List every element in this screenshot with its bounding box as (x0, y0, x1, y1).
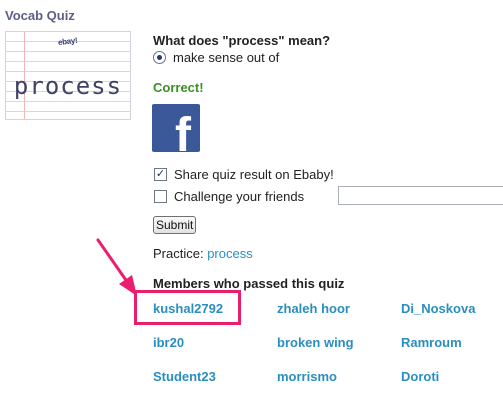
practice-link[interactable]: process (207, 246, 253, 261)
member-link[interactable]: ibr20 (153, 335, 184, 350)
practice-line: Practice: process (153, 246, 253, 261)
app-title: Vocab Quiz (5, 8, 75, 23)
member-link[interactable]: morrismo (277, 369, 337, 384)
answer-radio[interactable] (153, 51, 166, 64)
share-checkbox[interactable]: ✓ (154, 168, 167, 181)
member-link[interactable]: Doroti (401, 369, 439, 384)
member-link[interactable]: Student23 (153, 369, 216, 384)
member-link[interactable]: Di_Noskova (401, 301, 475, 316)
share-option[interactable]: ✓ Share quiz result on Ebaby! (154, 167, 334, 182)
result-text: Correct! (153, 80, 204, 95)
member-link[interactable]: Ramroum (401, 335, 462, 350)
pointer-arrow-icon (96, 238, 137, 296)
challenge-label: Challenge your friends (174, 189, 305, 204)
member-link[interactable]: broken wing (277, 335, 354, 350)
members-title: Members who passed this quiz (153, 276, 345, 291)
member-link[interactable]: zhaleh hoor (277, 301, 350, 316)
highlight-box (134, 290, 241, 325)
facebook-icon[interactable]: f (152, 104, 200, 152)
answer-option[interactable]: make sense out of (153, 50, 279, 65)
friend-input[interactable] (338, 186, 503, 205)
answer-label: make sense out of (173, 50, 280, 65)
share-label: Share quiz result on Ebaby! (174, 167, 334, 182)
flashcard-word: process (13, 72, 123, 100)
challenge-checkbox[interactable] (154, 190, 167, 203)
challenge-option[interactable]: Challenge your friends (154, 189, 304, 204)
radio-selected-dot (157, 55, 162, 60)
practice-label: Practice: (153, 246, 204, 261)
flashcard-image: ebay! process (5, 31, 131, 120)
flashcard-logo: ebay! (57, 35, 78, 48)
submit-button[interactable]: Submit (153, 216, 197, 234)
question-text: What does "process" mean? (153, 33, 331, 48)
